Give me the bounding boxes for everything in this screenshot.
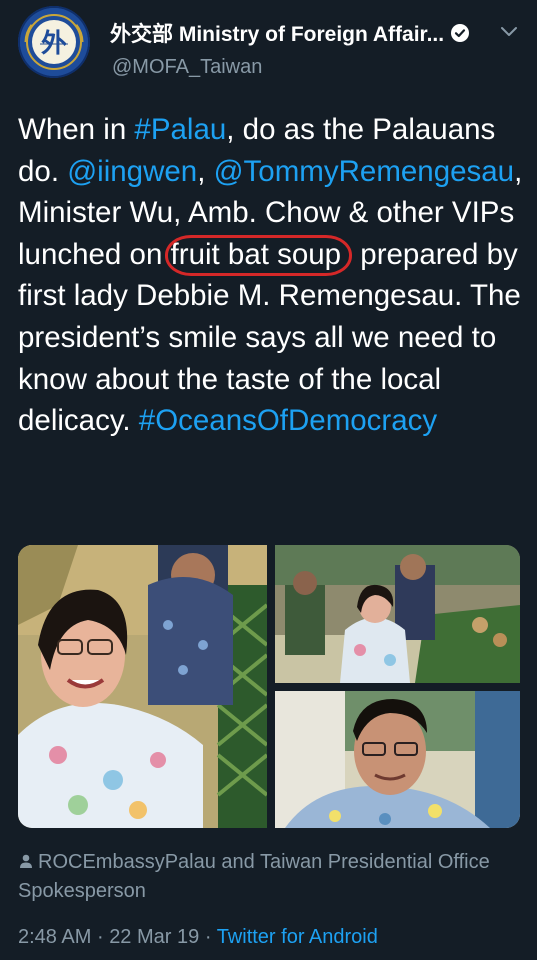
tweet-date: 22 Mar 19 bbox=[109, 926, 200, 948]
account-handle[interactable]: @MOFA_Taiwan bbox=[112, 56, 262, 79]
chevron-down-icon[interactable] bbox=[497, 20, 521, 44]
tweet-source-link[interactable]: Twitter for Android bbox=[217, 926, 378, 948]
tweet-meta: 2:48 AM · 22 Mar 19 · Twitter for Androi… bbox=[18, 926, 378, 949]
tweet-text-segment: , bbox=[197, 154, 214, 188]
attribution-text[interactable]: ROCEmbassyPalau and Taiwan Presidential … bbox=[18, 851, 490, 902]
circled-highlight-text: fruit bat soup bbox=[164, 234, 353, 276]
display-name[interactable]: 外交部 Ministry of Foreign Affair... bbox=[110, 18, 444, 48]
mention-link[interactable]: @iingwen bbox=[67, 155, 197, 188]
tweet-text: When in #Palau, do as the Palauans do. @… bbox=[18, 109, 523, 442]
media-photo-2[interactable] bbox=[275, 545, 520, 683]
meta-separator: · bbox=[204, 926, 212, 948]
hashtag-link[interactable]: #Palau bbox=[134, 113, 226, 146]
avatar-glyph: 外 bbox=[41, 29, 67, 59]
media-grid bbox=[18, 545, 520, 828]
photo-attribution[interactable]: ROCEmbassyPalau and Taiwan Presidential … bbox=[18, 848, 523, 906]
mention-link[interactable]: @TommyRemengesau bbox=[214, 155, 514, 188]
hashtag-link[interactable]: #OceansOfDemocracy bbox=[139, 404, 437, 437]
media-photo-1[interactable] bbox=[18, 545, 267, 828]
verified-badge-icon bbox=[451, 24, 470, 42]
avatar[interactable]: 外 bbox=[18, 6, 90, 78]
mofa-emblem-icon: 外 bbox=[20, 8, 88, 76]
person-icon bbox=[18, 849, 34, 868]
tweet-text-segment: When in bbox=[18, 113, 135, 146]
meta-separator: · bbox=[96, 926, 104, 948]
media-photo-3[interactable] bbox=[275, 691, 520, 828]
account-header[interactable]: 外交部 Ministry of Foreign Affair... bbox=[110, 18, 470, 48]
tweet-time: 2:48 AM bbox=[18, 926, 92, 948]
